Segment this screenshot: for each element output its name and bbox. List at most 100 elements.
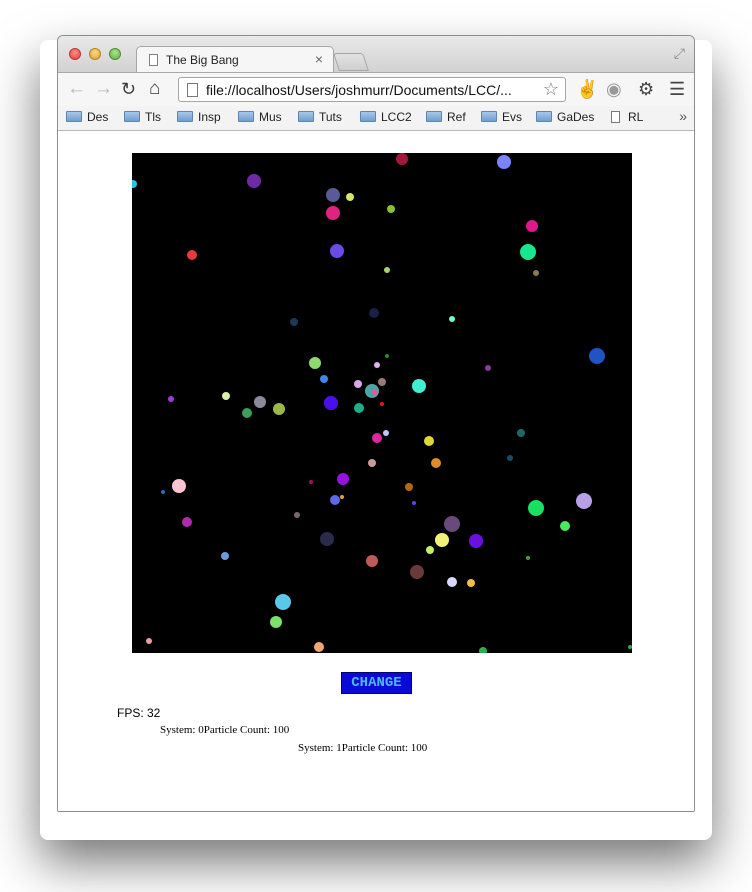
particle (221, 552, 229, 560)
particle (405, 483, 413, 491)
particle (374, 362, 380, 368)
bookmark-tls[interactable]: Tls (124, 110, 161, 124)
particle (517, 429, 525, 437)
bookmark-insp[interactable]: Insp (177, 110, 221, 124)
tab-close-icon[interactable]: × (315, 51, 323, 67)
particle (182, 517, 192, 527)
bookmark-label: Insp (198, 110, 221, 124)
back-arrow-icon[interactable]: ← (67, 79, 86, 99)
bookmark-tuts[interactable]: Tuts (298, 110, 342, 124)
particle (528, 500, 544, 516)
particle (576, 493, 592, 509)
bookmark-gades[interactable]: GaDes (536, 110, 594, 124)
bookmark-lcc2[interactable]: LCC2 (360, 110, 412, 124)
particle (560, 521, 570, 531)
hamburger-menu-icon[interactable]: ☰ (669, 79, 685, 99)
particle (320, 375, 328, 383)
particle (242, 408, 252, 418)
new-tab-button[interactable] (333, 53, 369, 71)
particle (368, 459, 376, 467)
particle (294, 512, 300, 518)
particle-canvas[interactable] (132, 153, 632, 653)
particle-layer (132, 153, 632, 653)
bookmark-label: Mus (259, 110, 282, 124)
particle (222, 392, 230, 400)
page-icon (187, 83, 198, 97)
particle (172, 479, 186, 493)
particle (290, 318, 298, 326)
particle (526, 220, 538, 232)
bookmark-label: GaDes (557, 110, 595, 124)
folder-icon (426, 111, 442, 122)
particle (384, 267, 390, 273)
bookmark-label: LCC2 (381, 110, 412, 124)
browser-toolbar: ← → ↻ ⌂ file://localhost/Users/joshmurr/… (58, 72, 694, 107)
url-text[interactable]: file://localhost/Users/joshmurr/Document… (206, 82, 512, 98)
particle (161, 490, 165, 494)
particle (309, 357, 321, 369)
particle (326, 188, 340, 202)
folder-icon (124, 111, 140, 122)
change-button[interactable]: CHANGE (341, 672, 412, 694)
forward-arrow-icon[interactable]: → (94, 79, 113, 99)
peace-hand-extension-icon[interactable]: ✌ (576, 79, 598, 99)
particle (467, 579, 475, 587)
tab-the-big-bang[interactable]: The Big Bang × (136, 46, 334, 74)
bookmark-des[interactable]: Des (66, 110, 108, 124)
particle (354, 403, 364, 413)
bookmark-label: Tls (145, 110, 161, 124)
particle (320, 532, 334, 546)
browser-window: The Big Bang × ⤢ ← → ↻ ⌂ file://localhos… (57, 35, 695, 812)
particle (469, 534, 483, 548)
folder-icon (481, 111, 497, 122)
home-icon[interactable]: ⌂ (149, 79, 160, 99)
particle (412, 501, 416, 505)
bookmark-star-icon[interactable]: ☆ (543, 79, 559, 100)
address-bar[interactable]: file://localhost/Users/joshmurr/Document… (178, 77, 566, 102)
reload-icon[interactable]: ↻ (121, 79, 136, 99)
fullscreen-arrows-icon[interactable]: ⤢ (674, 45, 685, 62)
bookmark-label: Evs (502, 110, 523, 124)
particle (449, 316, 455, 322)
page-icon (611, 111, 620, 123)
particle (444, 516, 460, 532)
particle (485, 365, 491, 371)
title-bar: The Big Bang × ⤢ (58, 36, 694, 74)
bookmark-mus[interactable]: Mus (238, 110, 282, 124)
particle (354, 380, 362, 388)
bookmark-label: Des (87, 110, 109, 124)
particle (146, 638, 152, 644)
particle (340, 495, 344, 499)
bookmark-evs[interactable]: Evs (481, 110, 522, 124)
close-window-button[interactable] (69, 48, 81, 60)
particle (187, 250, 197, 260)
particle (410, 565, 424, 579)
bookmarks-overflow-button[interactable]: » (679, 108, 687, 124)
particle (168, 396, 174, 402)
particle (247, 174, 261, 188)
minimize-window-button[interactable] (89, 48, 101, 60)
particle (435, 533, 449, 547)
zoom-window-button[interactable] (109, 48, 121, 60)
particle (275, 594, 291, 610)
folder-icon (536, 111, 552, 122)
particle (254, 396, 266, 408)
particle (628, 645, 632, 649)
system-0-info: System: 0Particle Count: 100 (160, 724, 290, 736)
particle (520, 244, 536, 260)
bookmark-label: Ref (447, 110, 466, 124)
particle (447, 577, 457, 587)
particle (380, 402, 384, 406)
particle (309, 480, 313, 484)
particle (346, 193, 354, 201)
bookmark-rl[interactable]: RL (611, 110, 643, 124)
particle (378, 378, 386, 386)
particle (385, 354, 389, 358)
particle (372, 389, 378, 395)
gear-icon[interactable]: ⚙ (638, 79, 654, 99)
particle (273, 403, 285, 415)
bookmark-ref[interactable]: Ref (426, 110, 466, 124)
particle (383, 430, 389, 436)
download-extension-icon[interactable]: ◉ (606, 79, 622, 99)
particle (270, 616, 282, 628)
